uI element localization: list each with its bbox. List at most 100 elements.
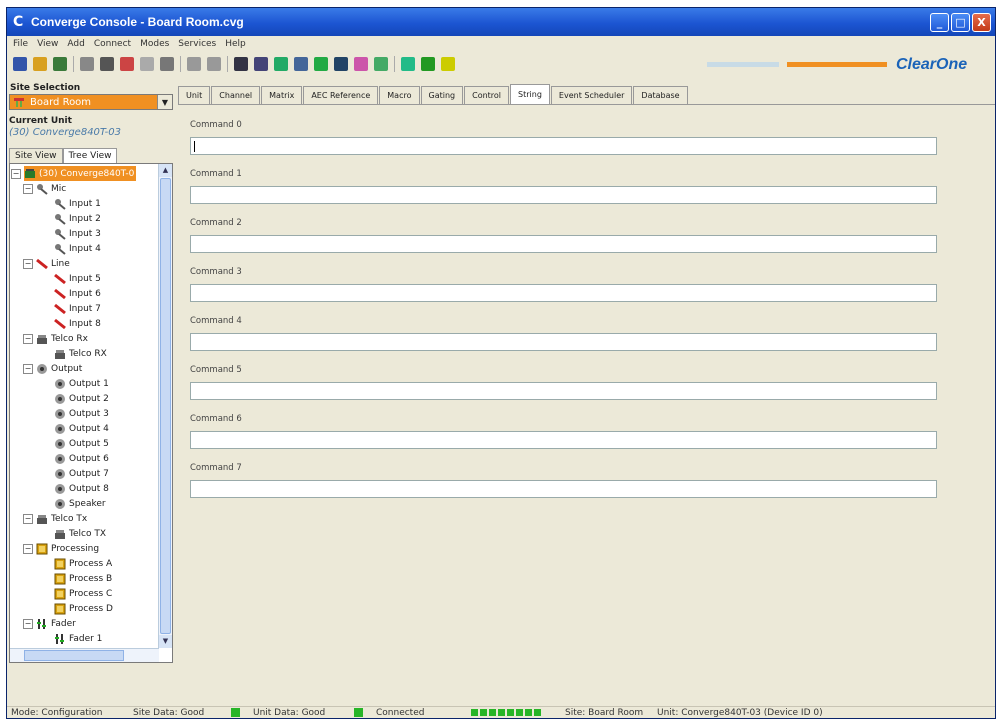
tree-item[interactable]: Output bbox=[36, 361, 82, 376]
network2-icon[interactable] bbox=[294, 57, 308, 71]
tab-unit[interactable]: Unit bbox=[178, 86, 211, 104]
menu-add[interactable]: Add bbox=[67, 39, 84, 49]
tree-item[interactable]: Telco Tx bbox=[36, 511, 87, 526]
tab-gating[interactable]: Gating bbox=[420, 86, 464, 104]
tab-string[interactable]: String bbox=[510, 84, 550, 104]
tree-item[interactable]: Input 8 bbox=[54, 316, 101, 331]
command-2-input[interactable] bbox=[190, 235, 937, 253]
monitor-icon[interactable] bbox=[334, 57, 348, 71]
command-7-input[interactable] bbox=[190, 480, 937, 498]
tree-horizontal-scrollbar[interactable] bbox=[10, 648, 159, 662]
scroll-down-icon[interactable]: ▼ bbox=[159, 635, 172, 648]
command-6-input[interactable] bbox=[190, 431, 937, 449]
tree-item[interactable]: Telco TX bbox=[54, 526, 106, 541]
tree-collapse-icon[interactable]: − bbox=[23, 184, 33, 194]
tree-item[interactable]: Output 1 bbox=[54, 376, 109, 391]
command-4-input[interactable] bbox=[190, 333, 937, 351]
tree-item[interactable]: Output 5 bbox=[54, 436, 109, 451]
tree-item[interactable]: Process B bbox=[54, 571, 112, 586]
tree-item[interactable]: Output 2 bbox=[54, 391, 109, 406]
tree-collapse-icon[interactable]: − bbox=[23, 544, 33, 554]
tree-vertical-scrollbar[interactable]: ▲ ▼ bbox=[158, 164, 172, 648]
wand-icon[interactable] bbox=[140, 57, 154, 71]
tree-item[interactable]: Input 6 bbox=[54, 286, 101, 301]
tree-item[interactable]: Process C bbox=[54, 586, 112, 601]
help-icon[interactable] bbox=[441, 57, 455, 71]
mixer-icon[interactable] bbox=[314, 57, 328, 71]
tab-database[interactable]: Database bbox=[633, 86, 688, 104]
site-select-dropdown[interactable]: Board Room ▼ bbox=[9, 94, 173, 110]
scroll-up-icon[interactable]: ▲ bbox=[159, 164, 172, 177]
tree-collapse-icon[interactable]: − bbox=[23, 514, 33, 524]
maximize-button[interactable]: □ bbox=[951, 12, 970, 32]
menu-modes[interactable]: Modes bbox=[140, 39, 169, 49]
title-bar[interactable]: C Converge Console - Board Room.cvg _ □ … bbox=[7, 8, 995, 36]
tree-item[interactable]: Telco RX bbox=[54, 346, 107, 361]
tab-aec-reference[interactable]: AEC Reference bbox=[303, 86, 379, 104]
close-button[interactable]: X bbox=[972, 12, 991, 32]
tab-macro[interactable]: Macro bbox=[379, 86, 420, 104]
menu-view[interactable]: View bbox=[37, 39, 58, 49]
tree-item[interactable]: Fader bbox=[36, 616, 76, 631]
tree-item[interactable]: Output 8 bbox=[54, 481, 109, 496]
tab-control[interactable]: Control bbox=[464, 86, 510, 104]
tree-item[interactable]: Input 2 bbox=[54, 211, 101, 226]
tab-channel[interactable]: Channel bbox=[211, 86, 261, 104]
wand2-icon[interactable] bbox=[160, 57, 174, 71]
tab-matrix[interactable]: Matrix bbox=[261, 86, 303, 104]
tree-item[interactable]: Output 6 bbox=[54, 451, 109, 466]
open-folder-icon[interactable] bbox=[33, 57, 47, 71]
tree-item[interactable]: Output 4 bbox=[54, 421, 109, 436]
book-icon[interactable] bbox=[254, 57, 268, 71]
table-icon[interactable] bbox=[234, 57, 248, 71]
save-icon[interactable] bbox=[53, 57, 67, 71]
tree-item[interactable]: Input 1 bbox=[54, 196, 101, 211]
tree-item[interactable]: Input 7 bbox=[54, 301, 101, 316]
tree-item[interactable]: Process A bbox=[54, 556, 112, 571]
disc-icon[interactable] bbox=[401, 57, 415, 71]
tree-item[interactable]: (30) Converge840T-0 bbox=[24, 166, 137, 181]
menu-services[interactable]: Services bbox=[178, 39, 216, 49]
tree-collapse-icon[interactable]: − bbox=[23, 364, 33, 374]
tree-item[interactable]: Process D bbox=[54, 601, 113, 616]
tab-tree-view[interactable]: Tree View bbox=[62, 148, 118, 163]
tree-item[interactable]: Speaker bbox=[54, 496, 106, 511]
tree-item[interactable]: Input 3 bbox=[54, 226, 101, 241]
command-5-input[interactable] bbox=[190, 382, 937, 400]
menu-file[interactable]: File bbox=[13, 39, 28, 49]
tree-item[interactable]: Input 4 bbox=[54, 241, 101, 256]
tree-item[interactable]: Output 3 bbox=[54, 406, 109, 421]
tree-item[interactable]: Output 7 bbox=[54, 466, 109, 481]
command-0-input[interactable] bbox=[190, 137, 937, 155]
rack-icon[interactable] bbox=[187, 57, 201, 71]
menu-help[interactable]: Help bbox=[225, 39, 246, 49]
tab-site-view[interactable]: Site View bbox=[9, 148, 63, 163]
photo-icon[interactable] bbox=[374, 57, 388, 71]
tree-collapse-icon[interactable]: − bbox=[23, 334, 33, 344]
network-icon[interactable] bbox=[274, 57, 288, 71]
tree-item[interactable]: Input 5 bbox=[54, 271, 101, 286]
chevron-down-icon[interactable]: ▼ bbox=[157, 95, 172, 109]
tree-item[interactable]: Fader 1 bbox=[54, 631, 102, 646]
refresh-icon[interactable] bbox=[120, 57, 134, 71]
command-1-input[interactable] bbox=[190, 186, 937, 204]
grid-icon[interactable] bbox=[13, 57, 27, 71]
tree-item[interactable]: Line bbox=[36, 256, 70, 271]
chart-icon[interactable] bbox=[354, 57, 368, 71]
tree-item[interactable]: Telco Rx bbox=[36, 331, 88, 346]
hscroll-thumb[interactable] bbox=[24, 650, 124, 661]
tree-collapse-icon[interactable]: − bbox=[23, 259, 33, 269]
scroll-thumb[interactable] bbox=[160, 178, 171, 634]
tree-collapse-icon[interactable]: − bbox=[11, 169, 21, 179]
tab-event-scheduler[interactable]: Event Scheduler bbox=[550, 86, 633, 104]
filter2-icon[interactable] bbox=[100, 57, 114, 71]
minimize-button[interactable]: _ bbox=[930, 12, 949, 32]
tree-item[interactable]: Mic bbox=[36, 181, 66, 196]
green-square-icon[interactable] bbox=[421, 57, 435, 71]
menu-connect[interactable]: Connect bbox=[94, 39, 131, 49]
command-3-input[interactable] bbox=[190, 284, 937, 302]
tree-item[interactable]: Processing bbox=[36, 541, 99, 556]
filter-icon[interactable] bbox=[80, 57, 94, 71]
rack2-icon[interactable] bbox=[207, 57, 221, 71]
tree-collapse-icon[interactable]: − bbox=[23, 619, 33, 629]
